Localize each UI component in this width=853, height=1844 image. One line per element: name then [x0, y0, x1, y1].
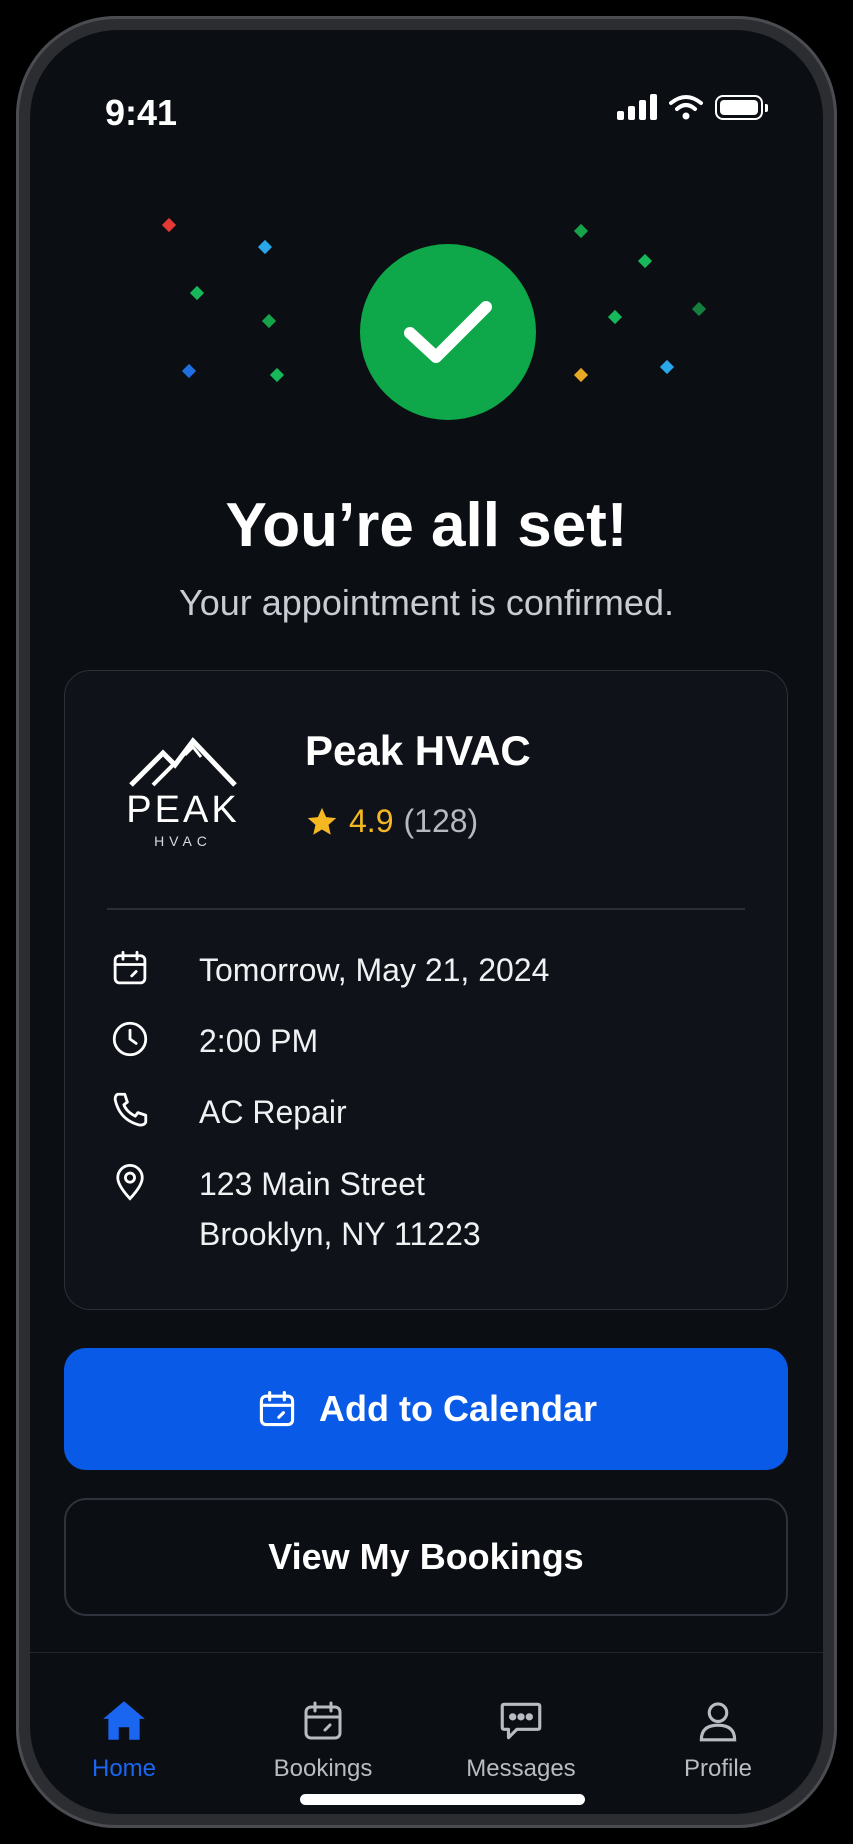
- address-line-2: Brooklyn, NY 11223: [199, 1216, 481, 1252]
- tab-profile-label: Profile: [683, 1755, 753, 1782]
- business-rating: 4.9 (128): [305, 803, 478, 840]
- status-time: 9:41: [105, 92, 178, 133]
- tab-profile[interactable]: Profile: [638, 1693, 798, 1783]
- status-icons: [617, 94, 768, 120]
- service-type: AC Repair: [199, 1094, 347, 1130]
- tab-home[interactable]: Home: [44, 1693, 204, 1783]
- cellular-signal-icon: [617, 94, 657, 120]
- wifi-icon: [669, 95, 703, 120]
- confirmation-title: You’re all set!: [225, 491, 628, 560]
- confetti-dot: [637, 253, 653, 269]
- appointment-card: PEAK HVAC Peak HVAC 4.9 (128) Tomorrow, …: [64, 670, 788, 1310]
- success-check-icon: [360, 244, 536, 420]
- home-icon: [44, 1693, 204, 1749]
- app-screen: 9:41 You’re all set! Your appointment is…: [30, 30, 823, 1814]
- battery-icon: [715, 94, 768, 120]
- home-indicator[interactable]: [300, 1794, 585, 1805]
- view-bookings-button[interactable]: View My Bookings: [64, 1498, 788, 1616]
- calendar-icon: [107, 945, 153, 991]
- detail-date: Tomorrow, May 21, 2024: [107, 945, 549, 995]
- address-line-1: 123 Main Street: [199, 1166, 425, 1202]
- confetti-dot: [269, 367, 285, 383]
- detail-time: 2:00 PM: [107, 1016, 318, 1066]
- confetti-dot: [161, 217, 177, 233]
- card-divider: [107, 908, 745, 910]
- mountain-icon: [129, 737, 237, 787]
- phone-icon: [107, 1087, 153, 1133]
- business-logo: PEAK HVAC: [123, 733, 243, 853]
- person-icon: [638, 1693, 798, 1749]
- confetti-dot: [257, 239, 273, 255]
- chat-icon: [441, 1693, 601, 1749]
- tab-messages-label: Messages: [466, 1755, 576, 1782]
- confetti-dot: [573, 367, 589, 383]
- detail-service: AC Repair: [107, 1087, 347, 1137]
- tab-home-label: Home: [91, 1755, 157, 1782]
- confetti-dot: [261, 313, 277, 329]
- tab-bookings[interactable]: Bookings: [243, 1693, 403, 1783]
- tab-messages[interactable]: Messages: [441, 1693, 601, 1783]
- add-to-calendar-label: Add to Calendar: [318, 1388, 597, 1429]
- add-to-calendar-button[interactable]: Add to Calendar: [64, 1348, 788, 1470]
- logo-subtext: HVAC: [154, 833, 212, 849]
- clock-icon: [107, 1016, 153, 1062]
- location-pin-icon: [107, 1159, 153, 1205]
- calendar-icon: [243, 1693, 403, 1749]
- phone-frame: 9:41 You’re all set! Your appointment is…: [16, 16, 837, 1828]
- confetti-dot: [189, 285, 205, 301]
- appointment-date: Tomorrow, May 21, 2024: [199, 952, 550, 988]
- review-count: (128): [403, 803, 479, 839]
- confetti-dot: [573, 223, 589, 239]
- confetti-dot: [659, 359, 675, 375]
- rating-score: 4.9: [349, 803, 394, 839]
- detail-address: 123 Main Street Brooklyn, NY 11223: [107, 1159, 481, 1259]
- logo-text: PEAK: [126, 789, 240, 831]
- calendar-icon: [259, 1390, 295, 1427]
- address: 123 Main Street Brooklyn, NY 11223: [199, 1159, 481, 1259]
- confirmation-subtitle: Your appointment is confirmed.: [179, 582, 674, 623]
- business-name: Peak HVAC: [305, 727, 531, 774]
- confetti-dot: [607, 309, 623, 325]
- appointment-time: 2:00 PM: [199, 1023, 319, 1059]
- confetti-dot: [181, 363, 197, 379]
- view-bookings-label: View My Bookings: [268, 1536, 584, 1577]
- tab-bookings-label: Bookings: [273, 1755, 373, 1782]
- star-icon: [307, 807, 337, 835]
- bottom-tab-bar: Home Bookings Messages Profile: [30, 1652, 823, 1814]
- status-bar: 9:41: [30, 70, 823, 133]
- confetti-dot: [691, 301, 707, 317]
